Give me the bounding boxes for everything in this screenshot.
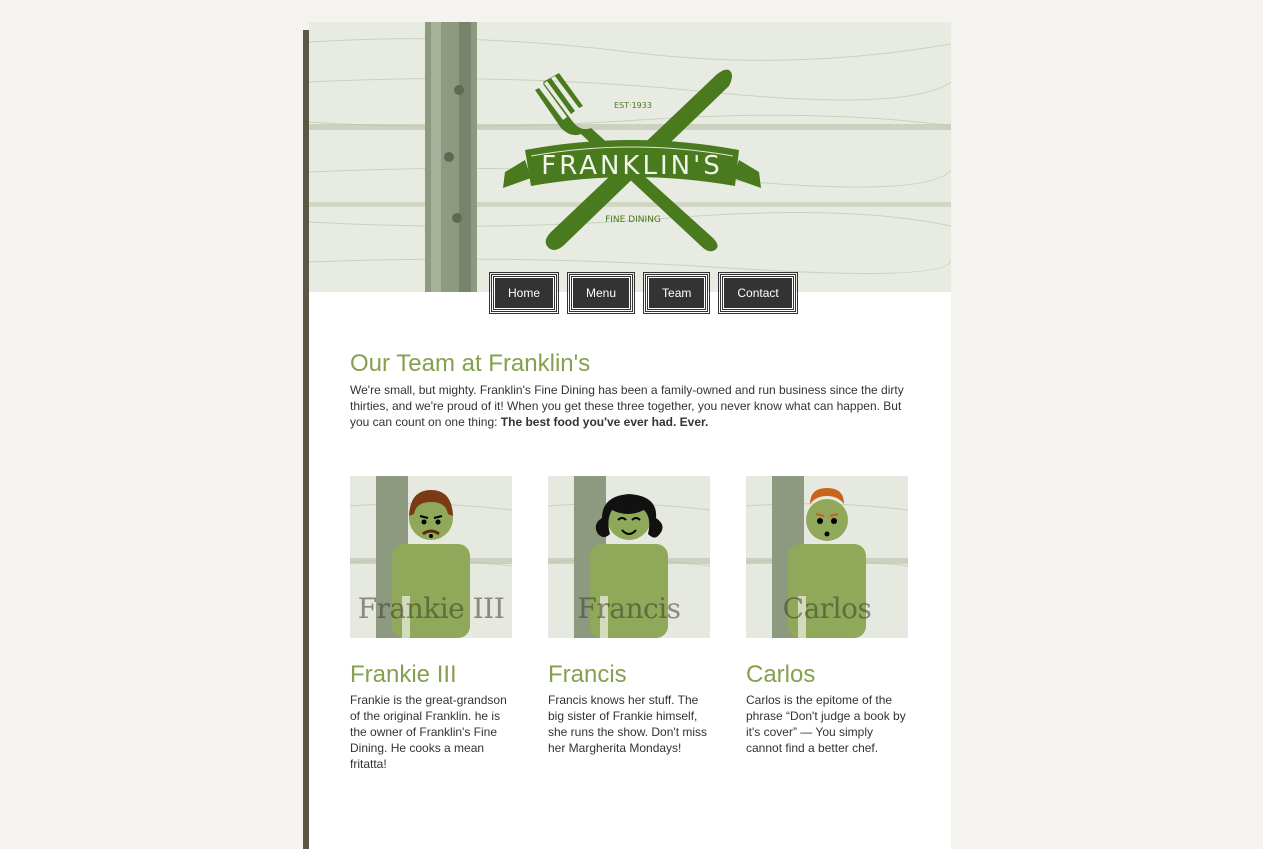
portrait-caption: Frankie III: [357, 592, 505, 625]
portrait-caption: Francis: [577, 592, 681, 625]
intro-section: Our Team at Franklin's We're small, but …: [350, 350, 910, 430]
nav-menu-button[interactable]: Menu: [567, 272, 636, 314]
logo-name: FRANKLIN'S: [541, 151, 723, 181]
nav-team-button[interactable]: Team: [643, 272, 711, 314]
nav-contact-button[interactable]: Contact: [718, 272, 798, 314]
page-container: FRANKLIN'S EST·1933 FINE DINING Home Men…: [309, 22, 951, 849]
logo-est: EST·1933: [614, 101, 652, 110]
team-member-carlos: Carlos Carlos Carlos is the epitome of t…: [746, 476, 909, 756]
logo-tagline: FINE DINING: [605, 215, 661, 225]
page-title: Our Team at Franklin's: [350, 350, 591, 377]
team-member-francis: Francis Francis Francis knows her stuff.…: [548, 476, 711, 756]
member-bio: Frankie is the great-grandson of the ori…: [350, 693, 507, 771]
intro-emphasis: The best food you've ever had. Ever.: [500, 415, 709, 429]
intro-text: We're small, but mighty. Franklin's Fine…: [350, 382, 910, 430]
portrait-frankie: Frankie III: [350, 476, 512, 638]
main-nav: Home Menu Team Contact: [488, 272, 798, 314]
portrait-carlos: Carlos: [746, 476, 908, 638]
member-bio: Francis knows her stuff. The big sister …: [548, 693, 708, 755]
portrait-francis: Francis: [548, 476, 710, 638]
team-member-frankie: Frankie III Frankie III Frankie is the g…: [350, 476, 513, 772]
nav-home-button[interactable]: Home: [488, 272, 560, 314]
member-name: Francis: [548, 661, 627, 688]
portrait-caption: Carlos: [782, 592, 872, 625]
member-name: Carlos: [746, 661, 816, 688]
member-bio: Carlos is the epitome of the phrase “Don…: [746, 693, 906, 755]
member-name: Frankie III: [350, 661, 457, 688]
logo: FRANKLIN'S EST·1933 FINE DINING: [503, 69, 761, 252]
header-banner: FRANKLIN'S EST·1933 FINE DINING: [309, 22, 951, 292]
